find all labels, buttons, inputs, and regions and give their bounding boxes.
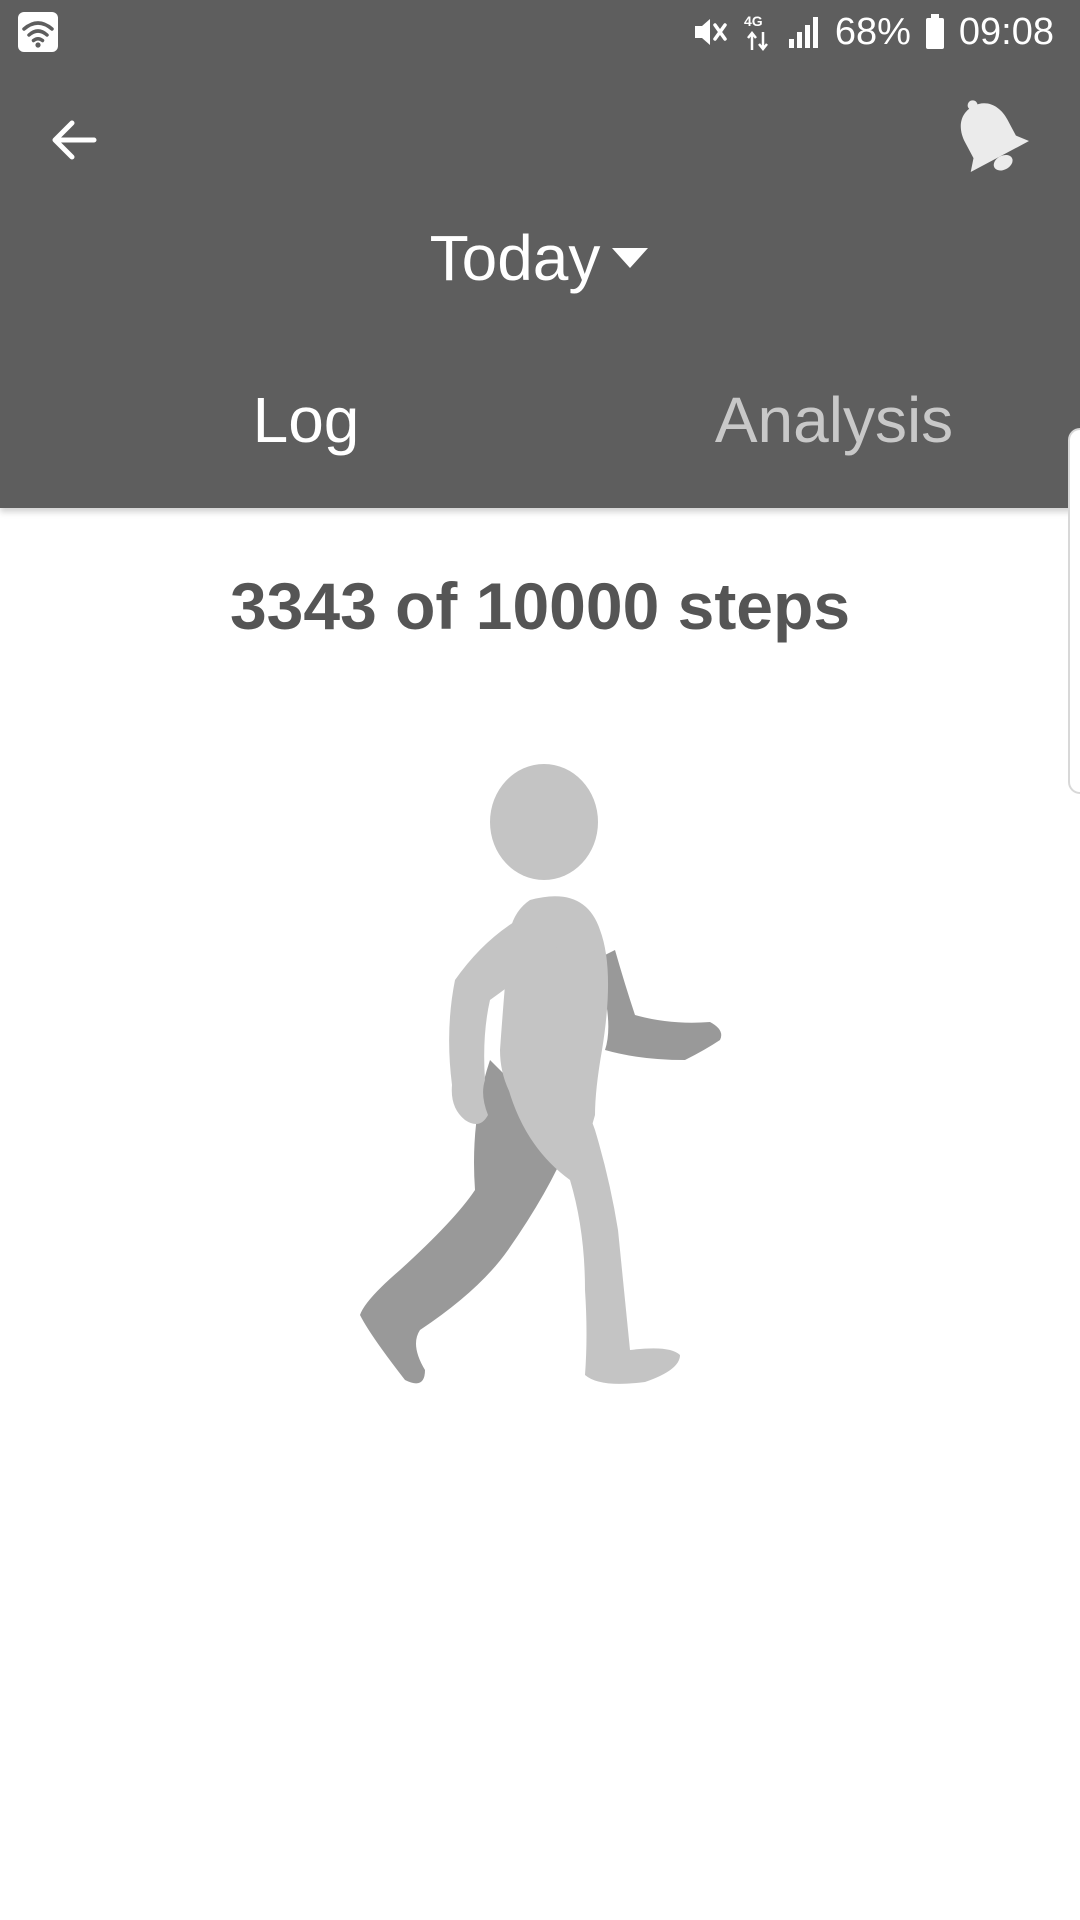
toolbar	[0, 64, 1080, 204]
period-selector-row: Today	[0, 210, 1080, 306]
wifi-icon	[18, 12, 58, 52]
status-icons: 4G 68% 09:08	[691, 8, 1054, 56]
svg-text:4G: 4G	[744, 13, 763, 29]
period-selector[interactable]: Today	[430, 221, 651, 295]
signal-icon	[787, 15, 821, 49]
back-button[interactable]	[38, 104, 110, 176]
tab-log[interactable]: Log	[0, 360, 612, 480]
arrow-left-icon	[52, 120, 97, 160]
bell-icon	[960, 100, 1029, 173]
side-panel-handle[interactable]	[1068, 428, 1080, 794]
tab-analysis[interactable]: Analysis	[612, 360, 1056, 480]
battery-icon	[925, 14, 945, 50]
notification-button[interactable]	[940, 88, 1040, 188]
walking-person-icon	[340, 760, 740, 1400]
4g-data-icon: 4G	[743, 12, 773, 52]
tab-bar: Log Analysis	[0, 360, 1080, 480]
app-header: 4G 68% 09:08 Today Log Analysis	[0, 0, 1080, 508]
mute-icon	[691, 13, 729, 51]
battery-percent: 68%	[834, 10, 911, 53]
status-bar: 4G 68% 09:08	[0, 0, 1080, 64]
clock: 09:08	[958, 10, 1054, 53]
dropdown-triangle-icon	[612, 248, 649, 268]
period-label: Today	[429, 222, 601, 294]
steps-summary: 3343 of 10000 steps	[229, 569, 851, 643]
